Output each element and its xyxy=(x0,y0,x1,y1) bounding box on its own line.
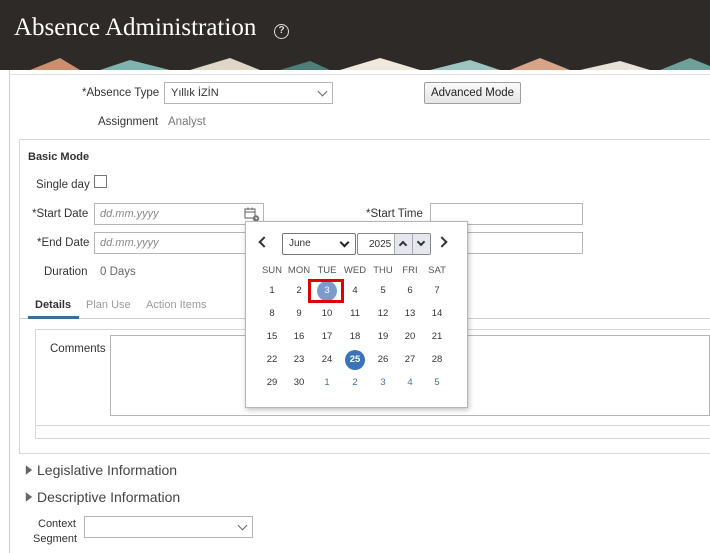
expand-triangle-icon[interactable] xyxy=(25,492,33,502)
descriptive-information-header[interactable]: Descriptive Information xyxy=(37,489,180,505)
calendar-day[interactable]: 19 xyxy=(369,328,397,346)
tab-action-items[interactable]: Action Items xyxy=(146,299,207,311)
calendar-day[interactable]: 4 xyxy=(396,374,424,392)
absence-type-label: *Absence Type xyxy=(82,87,160,99)
calendar-day[interactable]: 20 xyxy=(396,328,424,346)
page-title: Absence Administration xyxy=(14,14,257,41)
single-day-checkbox[interactable] xyxy=(94,175,107,188)
context-segment-label-line1: Context xyxy=(38,518,76,530)
expand-triangle-icon[interactable] xyxy=(25,465,33,475)
calendar-day[interactable]: 30 xyxy=(285,374,313,392)
weekday-sun: SUN xyxy=(261,265,283,276)
calendar-day[interactable]: 2 xyxy=(341,374,369,392)
header-decoration xyxy=(0,58,710,70)
calendar-day[interactable]: 1 xyxy=(313,374,341,392)
weekday-thu: THU xyxy=(373,265,393,276)
chevron-down-icon xyxy=(317,86,328,97)
start-date-label: *Start Date xyxy=(32,208,89,220)
start-date-input[interactable]: dd.mm.yyyy xyxy=(94,203,264,225)
calendar-day[interactable]: 17 xyxy=(313,328,341,346)
context-segment-select[interactable] xyxy=(84,516,253,538)
next-month-icon[interactable] xyxy=(436,236,448,248)
year-spinner[interactable]: 2025 xyxy=(357,233,431,255)
calendar-day[interactable]: 23 xyxy=(285,351,313,369)
calendar-day[interactable]: 3 xyxy=(369,374,397,392)
duration-value: 0 Days xyxy=(100,266,136,278)
start-date-placeholder: dd.mm.yyyy xyxy=(100,208,159,220)
weekday-mon: MON xyxy=(287,265,311,276)
active-tab-indicator xyxy=(28,316,79,319)
calendar-day[interactable]: 14 xyxy=(423,305,451,323)
calendar-day[interactable]: 24 xyxy=(313,351,341,369)
calendar-day[interactable]: 5 xyxy=(423,374,451,392)
calendar-day[interactable]: 1 xyxy=(258,282,286,300)
calendar-day-today[interactable]: 25 xyxy=(341,351,369,369)
calendar-day[interactable]: 13 xyxy=(396,305,424,323)
basic-mode-title: Basic Mode xyxy=(28,151,90,163)
details-inner-divider xyxy=(36,425,710,426)
calendar-day[interactable]: 15 xyxy=(258,328,286,346)
single-day-label: Single day xyxy=(36,179,90,191)
weekday-sat: SAT xyxy=(428,265,446,276)
assignment-value: Analyst xyxy=(168,116,206,128)
content-frame-border xyxy=(9,70,10,553)
calendar-day[interactable]: 4 xyxy=(341,282,369,300)
calendar-day[interactable]: 10 xyxy=(313,305,341,323)
calendar-day[interactable]: 6 xyxy=(396,282,424,300)
calendar-day[interactable]: 26 xyxy=(369,351,397,369)
help-icon[interactable]: ? xyxy=(274,24,289,39)
calendar-day[interactable]: 16 xyxy=(285,328,313,346)
end-date-placeholder: dd.mm.yyyy xyxy=(100,237,159,249)
page-header: Absence Administration ? xyxy=(0,0,710,70)
date-picker-popup: June 2025 SUN MON TUE WED THU FRI SAT 12… xyxy=(245,221,468,408)
prev-month-icon[interactable] xyxy=(258,236,270,248)
assignment-label: Assignment xyxy=(98,116,159,128)
weekday-fri: FRI xyxy=(402,265,418,276)
legislative-information-header[interactable]: Legislative Information xyxy=(37,462,177,478)
absence-type-select[interactable]: Yıllık İZİN xyxy=(164,82,333,104)
calendar-day[interactable]: 7 xyxy=(423,282,451,300)
calendar-day[interactable]: 9 xyxy=(285,305,313,323)
chevron-down-icon xyxy=(339,237,350,248)
calendar-day[interactable]: 18 xyxy=(341,328,369,346)
tab-plan-use[interactable]: Plan Use xyxy=(86,299,131,311)
year-down-button[interactable] xyxy=(412,234,430,254)
absence-type-value: Yıllık İZİN xyxy=(171,87,219,99)
month-value: June xyxy=(289,238,311,249)
chevron-down-icon xyxy=(416,237,426,247)
tab-details[interactable]: Details xyxy=(35,299,71,311)
comments-label: Comments xyxy=(50,343,106,355)
year-up-button[interactable] xyxy=(394,234,412,254)
calendar-day[interactable]: 27 xyxy=(396,351,424,369)
calendar-day[interactable]: 5 xyxy=(369,282,397,300)
calendar-day[interactable]: 21 xyxy=(423,328,451,346)
calendar-day[interactable]: 29 xyxy=(258,374,286,392)
context-segment-label-line2: Segment xyxy=(33,533,78,545)
calendar-day[interactable]: 28 xyxy=(423,351,451,369)
calendar-day[interactable]: 11 xyxy=(341,305,369,323)
calendar-day-selected[interactable]: 3 xyxy=(313,282,341,300)
end-date-label: *End Date xyxy=(37,237,90,249)
duration-label: Duration xyxy=(44,266,88,278)
weekday-tue: TUE xyxy=(317,265,337,276)
start-time-label: *Start Time xyxy=(366,208,423,220)
calendar-day[interactable]: 22 xyxy=(258,351,286,369)
weekday-wed: WED xyxy=(343,265,367,276)
chevron-up-icon xyxy=(398,240,408,250)
content-frame-top xyxy=(9,74,710,75)
year-value: 2025 xyxy=(369,239,392,250)
calendar-day[interactable]: 12 xyxy=(369,305,397,323)
advanced-mode-button[interactable]: Advanced Mode xyxy=(424,82,521,104)
month-select[interactable]: June xyxy=(282,233,356,255)
chevron-down-icon xyxy=(237,520,248,531)
calendar-day[interactable]: 8 xyxy=(258,305,286,323)
calendar-icon[interactable] xyxy=(244,207,260,222)
end-date-input[interactable]: dd.mm.yyyy xyxy=(94,232,264,254)
